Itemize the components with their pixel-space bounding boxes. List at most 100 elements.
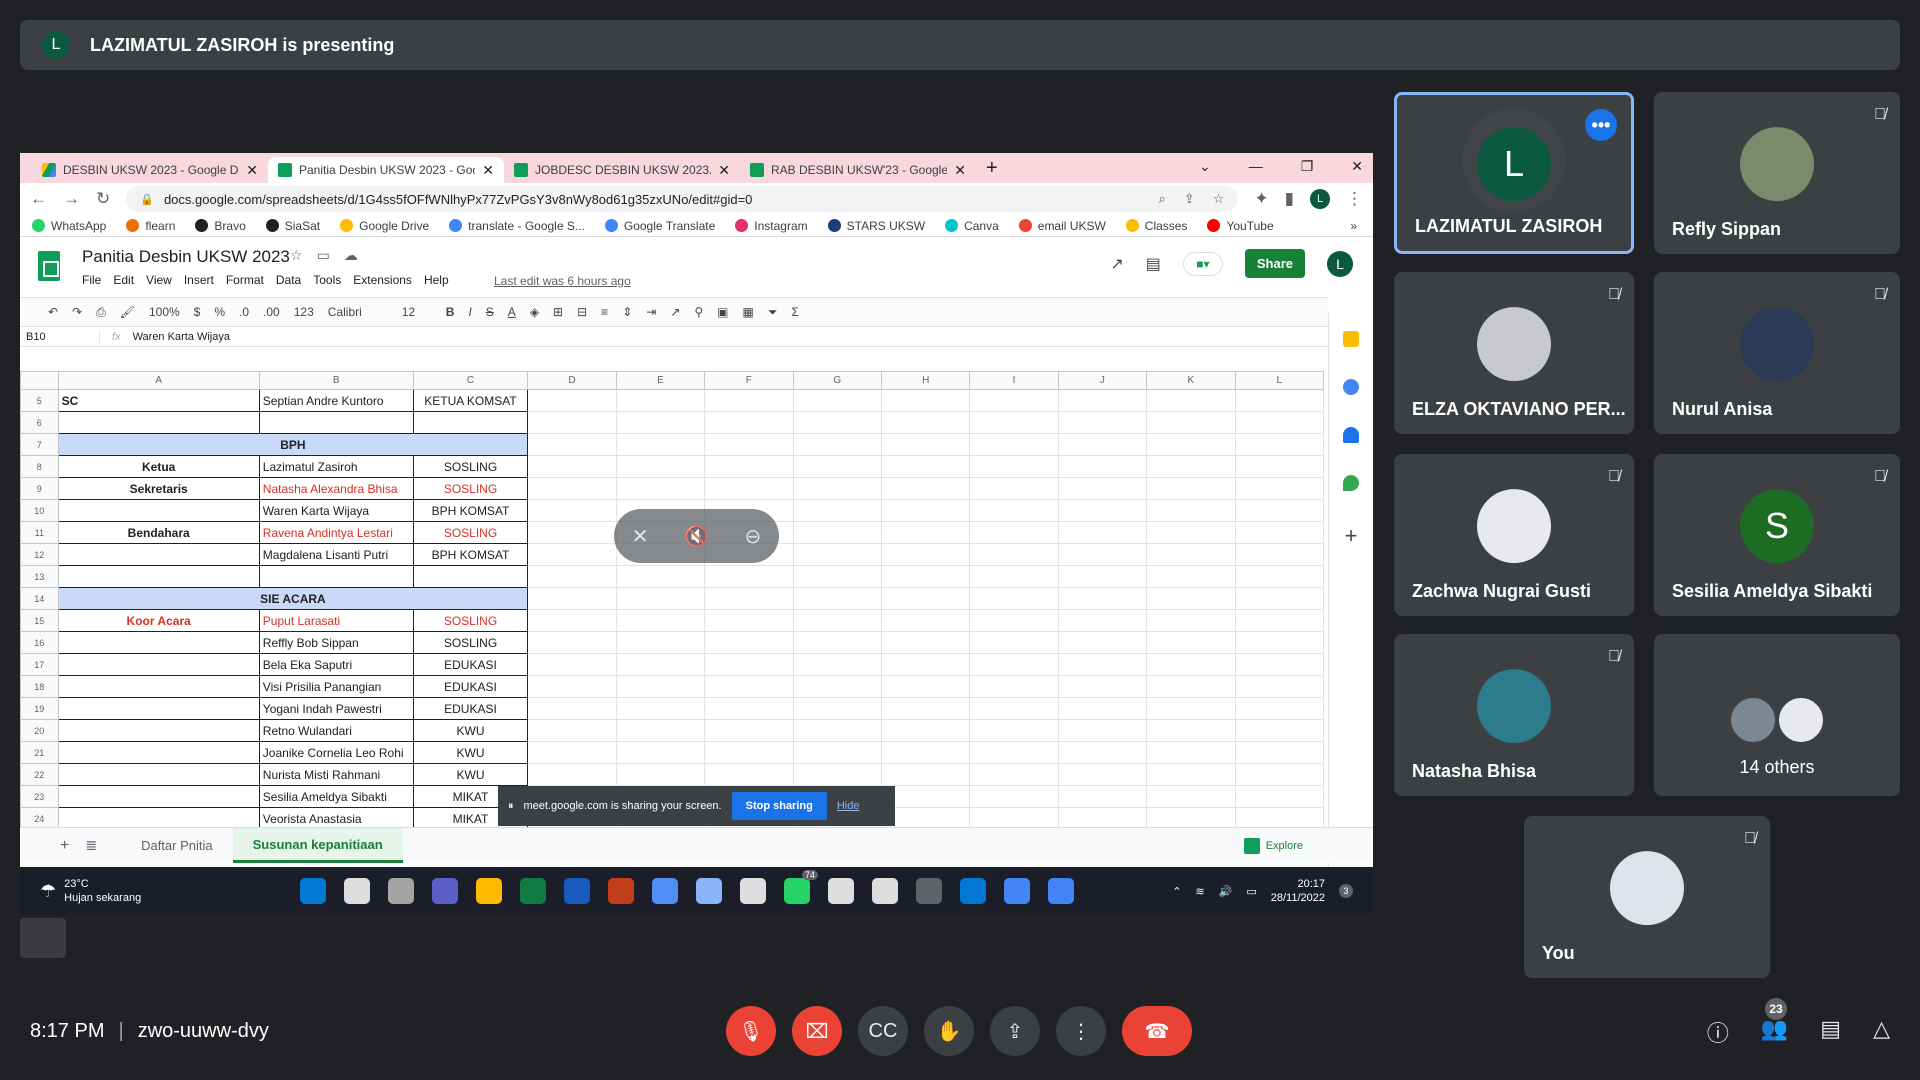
- info-icon[interactable]: ⓘ: [1707, 1016, 1729, 1048]
- cell-name[interactable]: [258, 565, 414, 588]
- cell-role[interactable]: [57, 631, 260, 654]
- empty-cell[interactable]: [969, 521, 1059, 544]
- menu-item[interactable]: Edit: [113, 273, 134, 287]
- empty-cell[interactable]: [792, 477, 882, 500]
- bookmark-item[interactable]: Google Translate: [604, 219, 715, 233]
- cell-role[interactable]: Sekretaris: [57, 477, 260, 500]
- taskbar-app-icon[interactable]: [476, 878, 502, 904]
- row-number[interactable]: 19: [20, 697, 59, 720]
- last-edit-link[interactable]: Last edit was 6 hours ago: [494, 274, 631, 288]
- empty-cell[interactable]: [527, 653, 617, 676]
- close-icon[interactable]: ✕: [718, 162, 730, 179]
- cell-division[interactable]: KWU: [412, 719, 529, 742]
- empty-cell[interactable]: [792, 719, 882, 742]
- link-icon[interactable]: ⚲: [694, 305, 703, 319]
- battery-icon[interactable]: ▭: [1246, 885, 1256, 898]
- empty-cell[interactable]: [615, 433, 706, 456]
- taskbar-app-icon[interactable]: [608, 878, 634, 904]
- back-icon[interactable]: ←: [30, 189, 47, 209]
- empty-cell[interactable]: [880, 433, 971, 456]
- hide-button[interactable]: Hide: [837, 800, 860, 812]
- taskbar-app-icon[interactable]: [388, 878, 414, 904]
- empty-cell[interactable]: [880, 411, 971, 434]
- empty-cell[interactable]: [792, 763, 882, 786]
- new-tab-button[interactable]: +: [986, 157, 998, 180]
- taskbar-app-icon[interactable]: [300, 878, 326, 904]
- empty-cell[interactable]: [1146, 719, 1236, 742]
- empty-cell[interactable]: [969, 477, 1059, 500]
- row-number[interactable]: 10: [20, 499, 59, 522]
- empty-cell[interactable]: [969, 609, 1059, 632]
- restore-icon[interactable]: ❐: [1301, 158, 1314, 175]
- all-sheets-icon[interactable]: ≣: [85, 837, 121, 854]
- menu-item[interactable]: File: [82, 273, 101, 287]
- cell-division[interactable]: [412, 411, 529, 434]
- column-header[interactable]: L: [1234, 371, 1324, 390]
- maps-icon[interactable]: [1343, 475, 1359, 491]
- participant-tile[interactable]: ELZA OKTAVIANO PER... 🎙̸: [1394, 272, 1634, 434]
- row-number[interactable]: 21: [20, 741, 59, 764]
- empty-cell[interactable]: [1057, 807, 1148, 827]
- zoom-select[interactable]: 100%: [149, 305, 180, 319]
- empty-cell[interactable]: [704, 609, 794, 632]
- row-number[interactable]: 11: [20, 521, 59, 544]
- empty-cell[interactable]: [527, 433, 617, 456]
- empty-cell[interactable]: [527, 477, 617, 500]
- empty-cell[interactable]: [615, 763, 706, 786]
- row-number[interactable]: 12: [20, 543, 59, 566]
- empty-cell[interactable]: [1146, 411, 1236, 434]
- empty-cell[interactable]: [792, 653, 882, 676]
- cell-name[interactable]: Yogani Indah Pawestri: [258, 697, 414, 720]
- taskbar-app-icon[interactable]: [652, 878, 678, 904]
- decrease-decimal-button[interactable]: .0: [239, 305, 249, 319]
- empty-cell[interactable]: [1234, 609, 1324, 632]
- column-header[interactable]: H: [880, 371, 971, 390]
- empty-cell[interactable]: [1234, 697, 1324, 720]
- cell-division[interactable]: KWU: [412, 741, 529, 764]
- empty-cell[interactable]: [1234, 719, 1324, 742]
- currency-button[interactable]: $: [194, 305, 201, 319]
- empty-cell[interactable]: [792, 521, 882, 544]
- close-window-icon[interactable]: ✕: [1351, 158, 1363, 175]
- percent-button[interactable]: %: [214, 305, 225, 319]
- empty-cell[interactable]: [1146, 807, 1236, 827]
- cell-division[interactable]: SOSLING: [412, 631, 529, 654]
- empty-cell[interactable]: [1146, 499, 1236, 522]
- empty-cell[interactable]: [1057, 763, 1148, 786]
- more-options-button[interactable]: ⋮: [1056, 1006, 1106, 1056]
- empty-cell[interactable]: [1146, 609, 1236, 632]
- camera-off-button[interactable]: ⌧: [792, 1006, 842, 1056]
- column-header[interactable]: J: [1057, 371, 1148, 390]
- row-number[interactable]: 5: [20, 389, 59, 412]
- cell-name[interactable]: Waren Karta Wijaya: [258, 499, 414, 522]
- empty-cell[interactable]: [1234, 389, 1324, 412]
- empty-cell[interactable]: [880, 521, 971, 544]
- empty-cell[interactable]: [880, 653, 971, 676]
- empty-cell[interactable]: [1146, 477, 1236, 500]
- row-number[interactable]: 17: [20, 653, 59, 676]
- browser-tab[interactable]: JOBDESC DESBIN UKSW 2023.xls ✕: [504, 157, 740, 183]
- menu-item[interactable]: Tools: [313, 273, 341, 287]
- wifi-icon[interactable]: ≋: [1195, 885, 1204, 898]
- empty-cell[interactable]: [527, 741, 617, 764]
- cell-division[interactable]: EDUKASI: [412, 675, 529, 698]
- filter-icon[interactable]: ⏷: [768, 305, 778, 320]
- sidepanel-icon[interactable]: ▮: [1285, 189, 1294, 209]
- cell-division[interactable]: SOSLING: [412, 609, 529, 632]
- keep-icon[interactable]: [1343, 331, 1359, 347]
- pin-off-icon[interactable]: ✕: [632, 524, 649, 549]
- menu-item[interactable]: Format: [226, 273, 264, 287]
- section-header-cell[interactable]: SIE ACARA: [57, 587, 529, 610]
- empty-cell[interactable]: [704, 763, 794, 786]
- empty-cell[interactable]: [1146, 565, 1236, 588]
- empty-cell[interactable]: [704, 455, 794, 478]
- empty-cell[interactable]: [615, 411, 706, 434]
- participant-tile[interactable]: 14 others: [1654, 634, 1900, 796]
- cell-division[interactable]: SOSLING: [412, 521, 529, 544]
- empty-cell[interactable]: [1057, 609, 1148, 632]
- empty-cell[interactable]: [1146, 675, 1236, 698]
- empty-cell[interactable]: [1057, 433, 1148, 456]
- taskbar-app-icon[interactable]: [432, 878, 458, 904]
- row-number[interactable]: 7: [20, 433, 59, 456]
- empty-cell[interactable]: [615, 389, 706, 412]
